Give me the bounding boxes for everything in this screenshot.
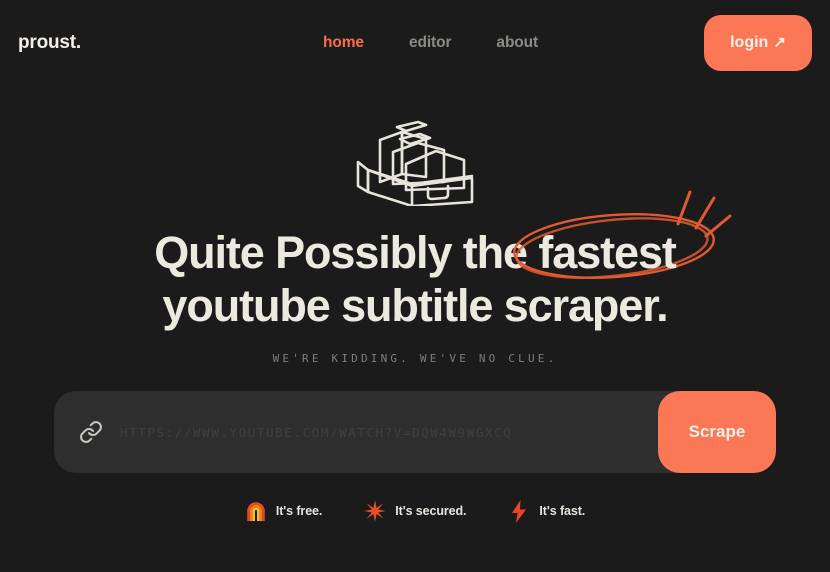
login-button-label: login	[730, 34, 769, 51]
lightning-icon	[508, 499, 530, 523]
filing-cabinet-icon	[356, 120, 474, 206]
main-navigation: home editor about	[268, 34, 704, 52]
badge-its-free: It's free.	[245, 499, 322, 523]
url-search-bar: Scrape	[54, 391, 776, 474]
arrow-up-right-icon: ↗	[773, 33, 786, 51]
badge-label: It's secured.	[395, 504, 467, 519]
headline-highlight: fastest	[513, 190, 732, 279]
hero-subtitle: WE'RE KIDDING. WE'VE NO CLUE.	[272, 352, 558, 366]
rainbow-icon	[245, 499, 267, 523]
headline-line-1: Quite Possibly the	[154, 227, 539, 278]
url-input-wrapper[interactable]	[54, 391, 658, 474]
headline-highlight-text: fastest	[538, 227, 676, 278]
headline-line-2: youtube subtitle scraper.	[162, 280, 668, 332]
site-header: proust. home editor about login ↗	[0, 0, 830, 86]
page-title: Quite Possibly the fastest youtube subti…	[0, 190, 830, 332]
scrape-button[interactable]: Scrape	[658, 391, 776, 474]
nav-item-about[interactable]: about	[496, 34, 538, 52]
nav-item-home[interactable]: home	[323, 34, 364, 52]
badge-label: It's free.	[275, 504, 323, 519]
sparkle-glyph	[364, 500, 387, 523]
badge-its-secured: It's secured.	[364, 499, 467, 523]
login-button[interactable]: login ↗	[704, 15, 812, 71]
badge-label: It's fast.	[539, 504, 586, 519]
feature-badges: It's free. It's secured. It's fast.	[0, 499, 830, 523]
nav-item-editor[interactable]: editor	[409, 34, 452, 52]
filing-cabinet-illustration	[0, 114, 830, 206]
site-logo[interactable]: proust.	[18, 32, 268, 54]
sparkle-icon	[364, 499, 387, 523]
url-input[interactable]	[120, 391, 658, 474]
badge-its-fast: It's fast.	[508, 499, 585, 523]
lightning-glyph	[512, 499, 527, 523]
link-icon	[78, 419, 104, 445]
hero-section: Quite Possibly the fastest youtube subti…	[0, 114, 830, 523]
